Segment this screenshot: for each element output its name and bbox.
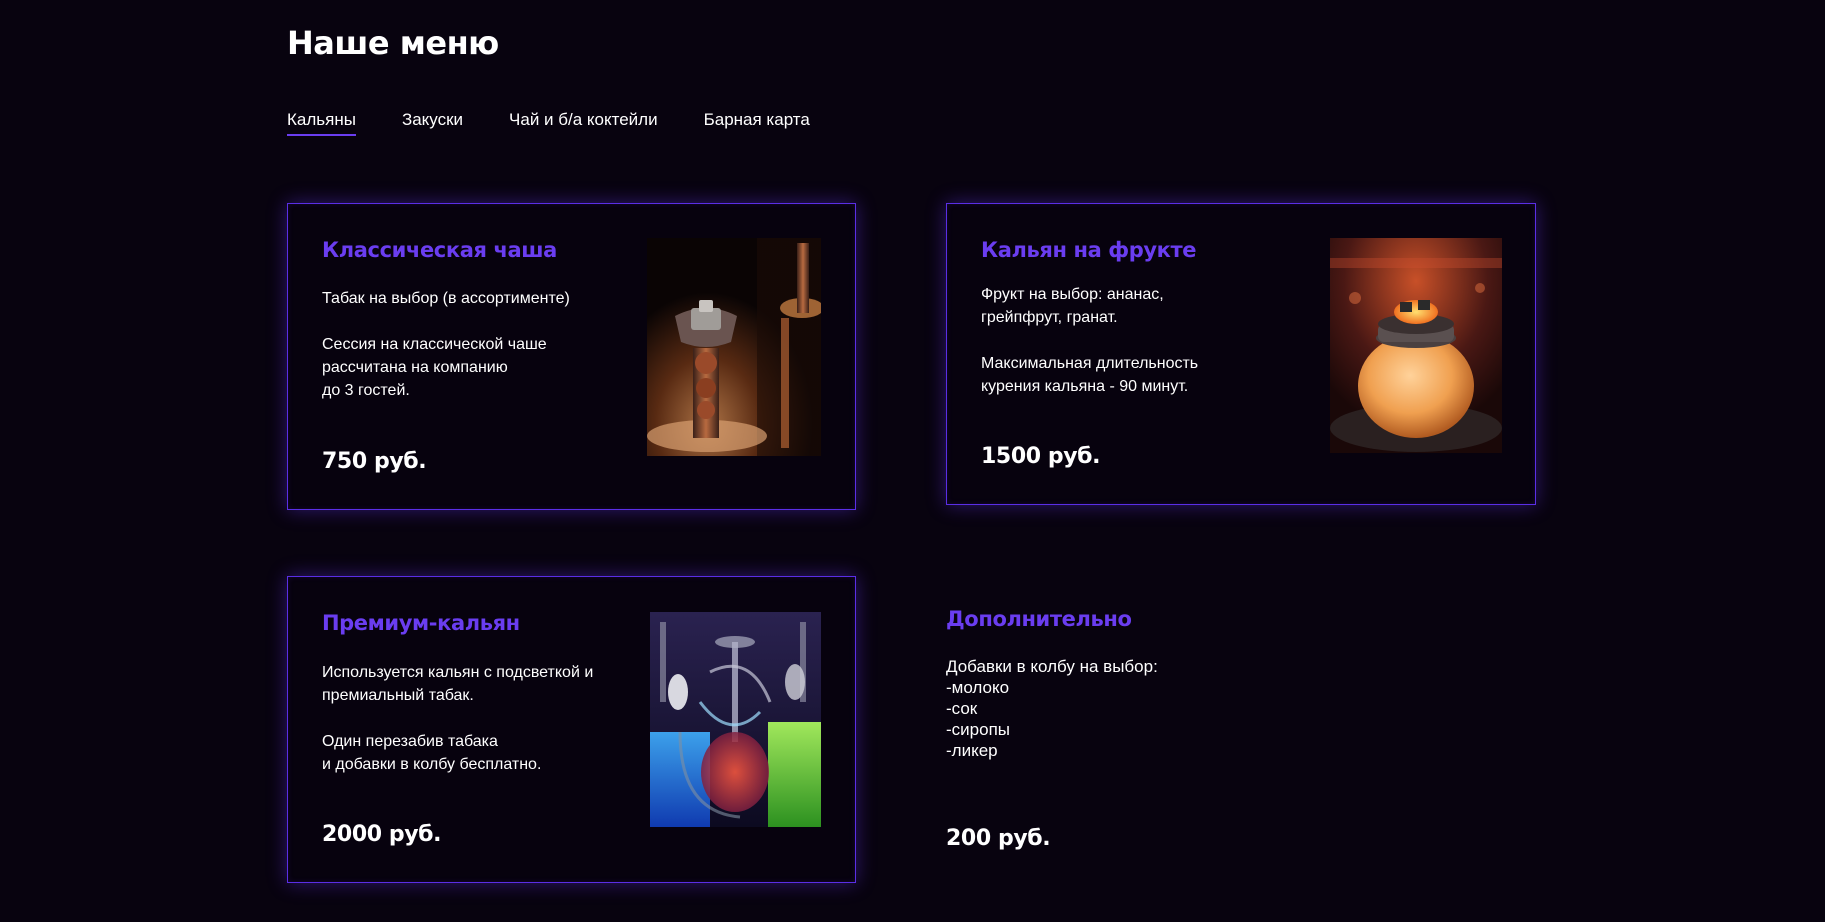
menu-card-classic: Классическая чаша Табак на выбор (в ассо… [287, 203, 856, 510]
tab-tea-cocktails[interactable]: Чай и б/а коктейли [509, 110, 658, 136]
card-desc-line: грейпфрут, гранат. [981, 309, 1118, 326]
extras-line: Добавки в колбу на выбор: [946, 657, 1158, 676]
card-price: 2000 руб. [322, 822, 442, 847]
card-description: Фрукт на выбор: ананас, грейпфрут, грана… [981, 283, 1281, 398]
card-description: Табак на выбор (в ассортименте) Сессия н… [322, 287, 622, 402]
card-title: Классическая чаша [322, 238, 557, 262]
card-desc-line: премиальный табак. [322, 687, 474, 704]
page-title: Наше меню [287, 24, 499, 62]
extras-price: 200 руб. [946, 826, 1051, 851]
card-title: Премиум-кальян [322, 611, 520, 635]
card-price: 1500 руб. [981, 444, 1101, 469]
card-desc-line: курения кальяна - 90 минут. [981, 378, 1189, 395]
tab-hookahs[interactable]: Кальяны [287, 110, 356, 136]
card-desc-line: рассчитана на компанию [322, 359, 508, 376]
classic-hookah-photo [647, 238, 821, 456]
fruit-hookah-photo [1330, 238, 1502, 453]
card-desc-gap [981, 329, 1281, 352]
extras-line: -молоко [946, 678, 1010, 697]
extras-line: -ликер [946, 741, 998, 760]
card-desc-line: Один перезабив табака [322, 733, 498, 750]
card-desc-line: Максимальная длительность [981, 355, 1199, 372]
card-desc-gap [322, 707, 642, 730]
menu-card-fruit: Кальян на фрукте Фрукт на выбор: ананас,… [946, 203, 1536, 505]
premium-hookah-photo [650, 612, 821, 827]
menu-card-premium: Премиум-кальян Используется кальян с под… [287, 576, 856, 883]
card-desc-gap [322, 310, 622, 333]
card-desc-line: Используется кальян с подсветкой и [322, 664, 594, 681]
extras-line: -сок [946, 699, 978, 718]
card-title: Кальян на фрукте [981, 238, 1197, 262]
extras-title: Дополнительно [946, 607, 1132, 631]
card-desc-line: Табак на выбор (в ассортименте) [322, 290, 570, 307]
extras-list: Добавки в колбу на выбор: -молоко -сок -… [946, 656, 1246, 761]
card-desc-line: Фрукт на выбор: ананас, [981, 286, 1164, 303]
menu-page: Наше меню Кальяны Закуски Чай и б/а кокт… [0, 0, 1825, 922]
menu-tabs: Кальяны Закуски Чай и б/а коктейли Барна… [287, 110, 810, 136]
card-description: Используется кальян с подсветкой и преми… [322, 661, 642, 776]
tab-bar-menu[interactable]: Барная карта [704, 110, 810, 136]
card-desc-line: до 3 гостей. [322, 382, 410, 399]
tab-snacks[interactable]: Закуски [402, 110, 463, 136]
extras-line: -сиропы [946, 720, 1010, 739]
card-desc-line: Сессия на классической чаше [322, 336, 547, 353]
card-price: 750 руб. [322, 449, 427, 474]
card-desc-line: и добавки в колбу бесплатно. [322, 756, 542, 773]
